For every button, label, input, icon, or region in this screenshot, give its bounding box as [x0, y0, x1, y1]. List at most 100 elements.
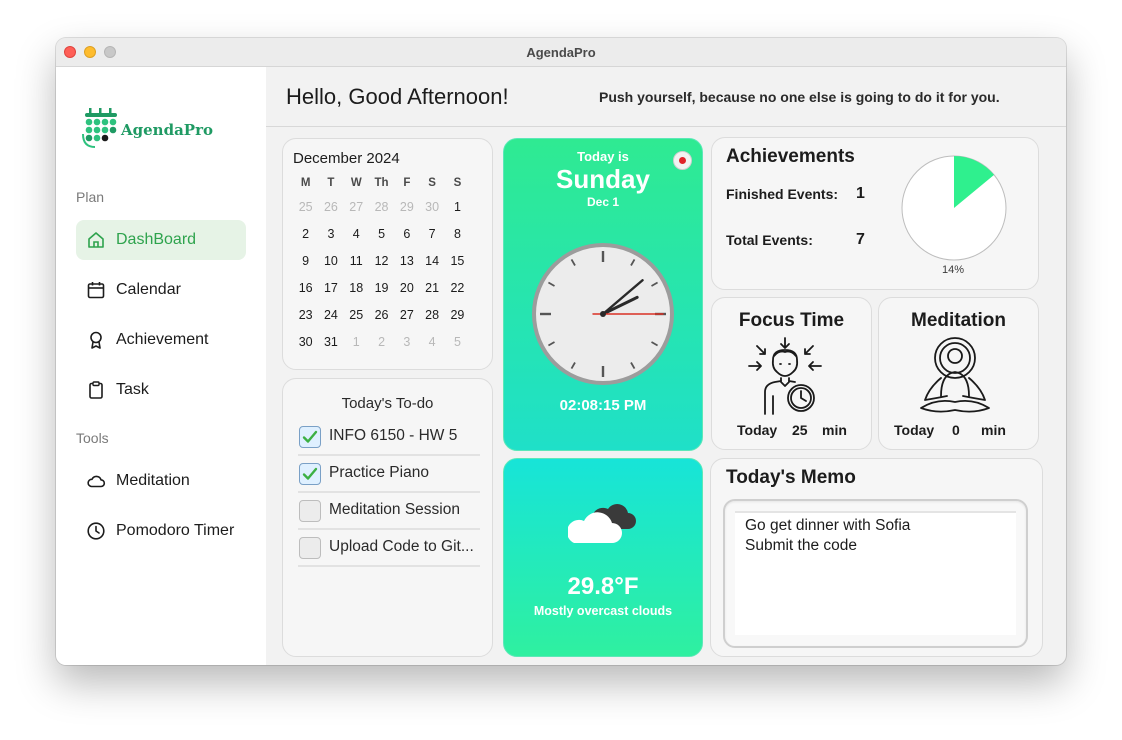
todo-label: Upload Code to Git... — [329, 538, 474, 555]
calendar-day[interactable]: 4 — [419, 335, 444, 349]
memo-card: Today's Memo Go get dinner with Sofia Su… — [710, 458, 1043, 657]
calendar-day[interactable]: 28 — [369, 200, 394, 214]
todo-item[interactable]: Upload Code to Git... — [298, 530, 480, 567]
record-indicator-icon[interactable] — [673, 151, 692, 170]
memo-textarea[interactable]: Go get dinner with Sofia Submit the code — [735, 511, 1016, 635]
memo-line: Submit the code — [745, 537, 858, 554]
calendar-day[interactable]: 8 — [445, 227, 470, 241]
calendar-day[interactable]: 22 — [445, 281, 470, 295]
meditation-today-label: Today — [894, 422, 935, 438]
calendar-day[interactable]: 19 — [369, 281, 394, 295]
calendar-day[interactable]: 2 — [293, 227, 318, 241]
calendar-day[interactable]: 5 — [445, 335, 470, 349]
today-weekday: Sunday — [556, 164, 650, 194]
calendar-day[interactable]: 12 — [369, 254, 394, 268]
focus-time-card[interactable]: Focus Time Today 25 min — [711, 297, 872, 450]
calendar-day[interactable]: 4 — [341, 218, 372, 249]
calendar-day[interactable]: 21 — [419, 281, 444, 295]
calendar-day[interactable]: 25 — [293, 200, 318, 214]
calendar-day[interactable]: 27 — [394, 308, 419, 322]
calendar-day[interactable]: 26 — [369, 308, 394, 322]
todo-item[interactable]: Practice Piano — [298, 456, 480, 493]
section-label-tools: Tools — [76, 430, 109, 446]
calendar-week-row: 9 10 11 12 13 14 15 — [293, 247, 483, 274]
calendar-day[interactable]: 2 — [369, 335, 394, 349]
weather-card: 29.8°F Mostly overcast clouds — [503, 458, 703, 657]
todo-checkbox[interactable] — [299, 426, 321, 448]
calendar-day[interactable]: 18 — [344, 281, 369, 295]
weekday-label: Th — [374, 177, 389, 189]
calendar-day[interactable]: 30 — [293, 335, 318, 349]
motivational-quote: Push yourself, because no one else is go… — [599, 89, 1000, 105]
calendar-day[interactable]: 17 — [318, 281, 343, 295]
meditation-person-icon — [920, 337, 990, 413]
calendar-day[interactable]: 14 — [419, 254, 444, 268]
calendar-day[interactable]: 3 — [394, 335, 419, 349]
todo-item[interactable]: INFO 6150 - HW 5 — [298, 419, 480, 456]
weekday-label: W — [350, 177, 362, 189]
todo-checkbox[interactable] — [299, 537, 321, 559]
todo-label: Meditation Session — [329, 501, 460, 518]
calendar-day[interactable]: 31 — [318, 335, 343, 349]
clock-icon — [87, 522, 105, 540]
check-icon — [302, 467, 318, 480]
calendar-day[interactable]: 13 — [394, 254, 419, 268]
sidebar-item-calendar[interactable]: Calendar — [76, 270, 246, 310]
sidebar-item-label: Task — [116, 381, 149, 398]
app-logo[interactable]: AgendaPro — [81, 107, 221, 151]
title-bar: AgendaPro — [56, 38, 1066, 67]
sidebar-item-meditation[interactable]: Meditation — [76, 461, 246, 501]
logo-text: AgendaPro — [121, 121, 213, 139]
calendar-day[interactable]: 6 — [394, 227, 419, 241]
weekday-label: S — [428, 177, 436, 189]
calendar-day[interactable]: 11 — [344, 254, 369, 268]
calendar-day[interactable]: 27 — [344, 200, 369, 214]
calendar-day[interactable]: 5 — [369, 227, 394, 241]
sidebar-item-pomodoro-timer[interactable]: Pomodoro Timer — [76, 511, 246, 551]
today-clock-card: Today is Sunday Dec 1 02:08:15 PM — [503, 138, 703, 451]
cloud-icon — [568, 504, 636, 543]
calendar-week-row: 25 26 27 28 29 30 1 — [293, 193, 483, 220]
todo-item[interactable]: Meditation Session — [298, 493, 480, 530]
calendar-day[interactable]: 9 — [293, 254, 318, 268]
calendar-day[interactable]: 16 — [293, 281, 318, 295]
memo-textarea-frame: Go get dinner with Sofia Submit the code — [723, 499, 1028, 648]
calendar-day[interactable]: 29 — [445, 308, 470, 322]
sidebar-item-task[interactable]: Task — [76, 370, 246, 410]
weather-temperature: 29.8°F — [567, 573, 639, 600]
clock-center — [600, 311, 606, 317]
cloud-icon — [87, 475, 106, 488]
calendar-day[interactable]: 10 — [318, 254, 343, 268]
section-label-plan: Plan — [76, 189, 105, 205]
todo-label: Practice Piano — [329, 464, 429, 481]
todo-checkbox[interactable] — [299, 463, 321, 485]
sidebar-item-dashboard[interactable]: DashBoard — [76, 220, 246, 260]
calendar-day[interactable]: 29 — [394, 200, 419, 214]
calendar-day[interactable]: 26 — [318, 200, 343, 214]
calendar-day[interactable]: 30 — [419, 200, 444, 214]
focus-minutes-value: 25 — [792, 422, 808, 438]
calendar-day[interactable]: 25 — [344, 308, 369, 322]
calendar-day[interactable]: 3 — [318, 227, 343, 241]
calendar-day[interactable]: 1 — [445, 200, 470, 214]
focus-today-label: Today — [737, 422, 778, 438]
todo-checkbox[interactable] — [299, 500, 321, 522]
calendar-logo-icon — [82, 108, 117, 148]
sidebar-item-achievement[interactable]: Achievement — [76, 320, 246, 360]
calendar-day[interactable]: 1 — [344, 335, 369, 349]
calendar-day[interactable]: 20 — [394, 281, 419, 295]
calendar-weekday-row: M T W Th F S S — [293, 173, 483, 193]
award-icon — [90, 331, 102, 349]
calendar-day[interactable]: 23 — [293, 308, 318, 322]
weather-description: Mostly overcast clouds — [533, 604, 673, 618]
calendar-day[interactable]: 15 — [445, 254, 470, 268]
sidebar-item-label: Pomodoro Timer — [116, 522, 235, 539]
focus-time-title: Focus Time — [738, 310, 845, 331]
calendar-day[interactable]: 24 — [318, 308, 343, 322]
finished-events-label: Finished Events: — [726, 186, 839, 202]
calendar-day[interactable]: 28 — [419, 308, 444, 322]
total-events-label: Total Events: — [726, 232, 813, 248]
calendar-day[interactable]: 7 — [419, 227, 444, 241]
sidebar: AgendaPro Plan DashBoard Calendar Achiev… — [56, 67, 266, 665]
meditation-card[interactable]: Meditation Today 0 min — [878, 297, 1039, 450]
